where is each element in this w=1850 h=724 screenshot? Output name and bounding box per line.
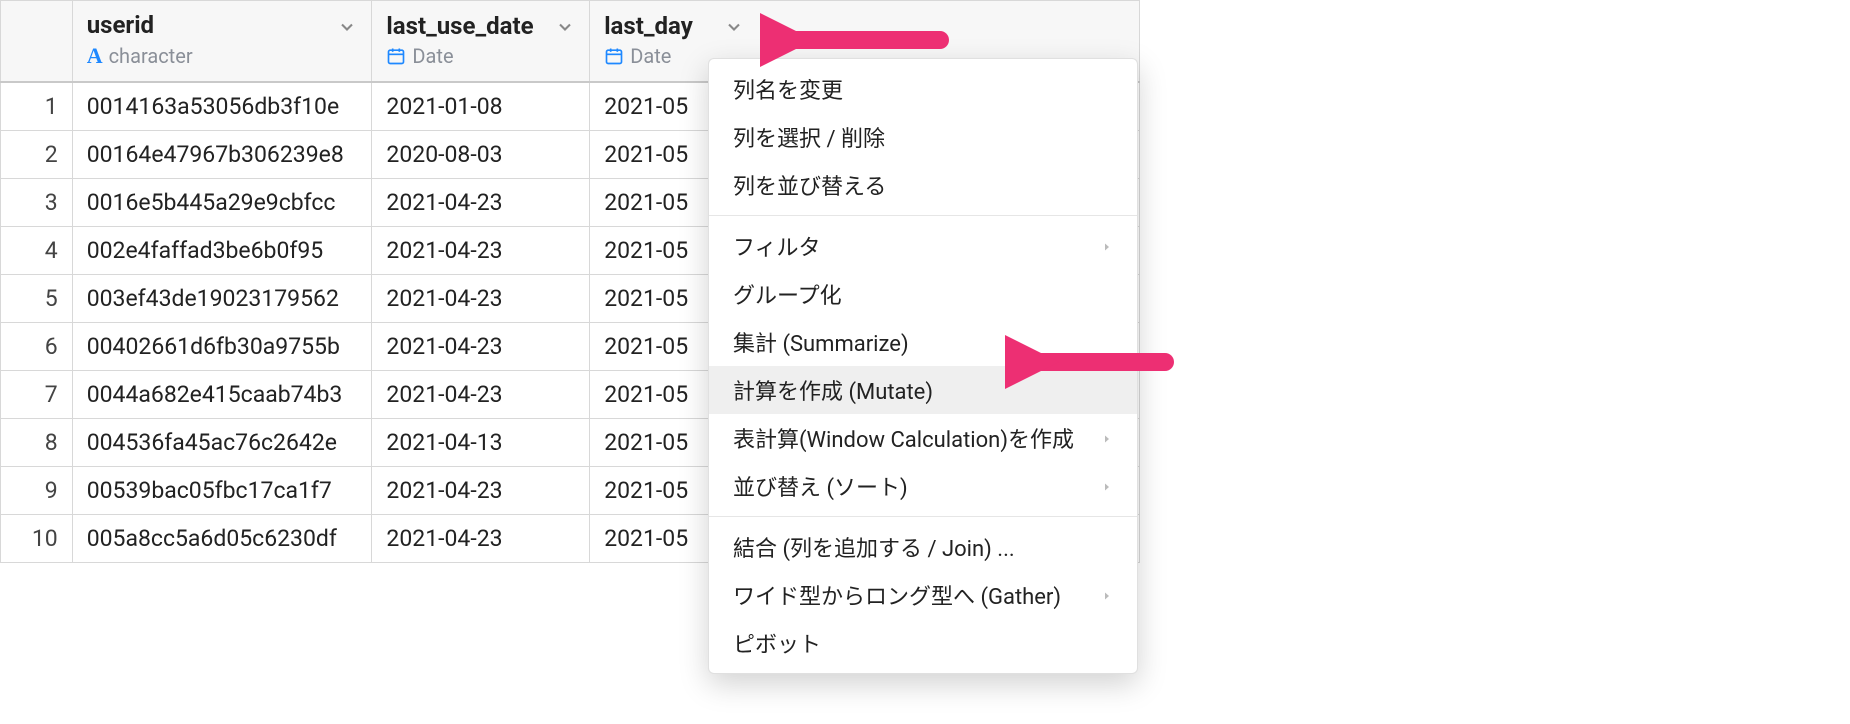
rownum-header — [1, 1, 73, 83]
cell-last-use-date: 2021-04-23 — [372, 323, 590, 371]
cell-userid: 00164e47967b306239e8 — [72, 131, 372, 179]
cell-last-use-date: 2021-04-23 — [372, 515, 590, 563]
cell-userid: 003ef43de19023179562 — [72, 275, 372, 323]
menu-label: 列名を変更 — [733, 73, 843, 105]
menu-label: 列を選択 / 削除 — [733, 121, 885, 153]
column-type: Date — [386, 44, 575, 68]
column-name: last_use_date — [386, 12, 575, 40]
cell-last-use-date: 2021-04-23 — [372, 179, 590, 227]
column-header-userid[interactable]: userid A character — [72, 1, 372, 83]
row-number: 8 — [1, 419, 73, 467]
menu-label: ワイド型からロング型へ (Gather) — [733, 579, 1061, 611]
character-type-icon: A — [87, 43, 103, 69]
chevron-down-icon[interactable] — [724, 17, 744, 43]
chevron-right-icon — [1101, 474, 1113, 499]
column-type-label: Date — [630, 44, 671, 68]
cell-last-use-date: 2021-04-13 — [372, 419, 590, 467]
column-type-label: character — [109, 44, 193, 68]
chevron-right-icon — [1101, 583, 1113, 608]
column-name: userid — [87, 11, 358, 39]
cell-last-use-date: 2021-04-23 — [372, 371, 590, 419]
row-number: 4 — [1, 227, 73, 275]
row-number: 9 — [1, 467, 73, 515]
menu-item-select-remove[interactable]: 列を選択 / 削除 — [709, 113, 1137, 161]
column-name: last_day — [604, 12, 1125, 40]
menu-label: 表計算(Window Calculation)を作成 — [733, 422, 1074, 454]
cell-userid: 0014163a53056db3f10e — [72, 82, 372, 131]
menu-item-mutate[interactable]: 計算を作成 (Mutate) — [709, 366, 1137, 414]
chevron-right-icon — [1101, 426, 1113, 451]
menu-item-pivot[interactable]: ピボット — [709, 619, 1137, 667]
menu-item-filter[interactable]: フィルタ — [709, 222, 1137, 270]
chevron-down-icon[interactable] — [555, 17, 575, 43]
menu-item-reorder[interactable]: 列を並び替える — [709, 161, 1137, 209]
menu-label: 並び替え (ソート) — [733, 470, 908, 502]
column-type-label: Date — [412, 44, 453, 68]
menu-label: フィルタ — [733, 230, 821, 262]
column-context-menu: 列名を変更 列を選択 / 削除 列を並び替える フィルタ グループ化 集計 (S… — [708, 58, 1138, 674]
menu-label: グループ化 — [733, 278, 842, 310]
cell-userid: 00539bac05fbc17ca1f7 — [72, 467, 372, 515]
menu-item-group[interactable]: グループ化 — [709, 270, 1137, 318]
cell-last-use-date: 2021-01-08 — [372, 82, 590, 131]
menu-separator — [709, 516, 1137, 517]
column-type: A character — [87, 43, 358, 69]
menu-label: 計算を作成 (Mutate) — [733, 374, 933, 406]
chevron-down-icon[interactable] — [337, 17, 357, 43]
cell-userid: 004536fa45ac76c2642e — [72, 419, 372, 467]
date-type-icon — [604, 46, 624, 66]
menu-separator — [709, 215, 1137, 216]
menu-label: 列を並び替える — [733, 169, 886, 201]
menu-label: ピボット — [733, 627, 821, 659]
cell-last-use-date: 2021-04-23 — [372, 275, 590, 323]
cell-userid: 00402661d6fb30a9755b — [72, 323, 372, 371]
row-number: 2 — [1, 131, 73, 179]
cell-last-use-date: 2020-08-03 — [372, 131, 590, 179]
row-number: 7 — [1, 371, 73, 419]
cell-last-use-date: 2021-04-23 — [372, 227, 590, 275]
date-type-icon — [386, 46, 406, 66]
cell-userid: 002e4faffad3be6b0f95 — [72, 227, 372, 275]
column-header-last-use-date[interactable]: last_use_date Date — [372, 1, 590, 83]
cell-userid: 0044a682e415caab74b3 — [72, 371, 372, 419]
row-number: 6 — [1, 323, 73, 371]
menu-item-rename[interactable]: 列名を変更 — [709, 65, 1137, 113]
row-number: 1 — [1, 82, 73, 131]
row-number: 10 — [1, 515, 73, 563]
menu-label: 集計 (Summarize) — [733, 326, 909, 358]
cell-userid: 005a8cc5a6d05c6230df — [72, 515, 372, 563]
cell-last-use-date: 2021-04-23 — [372, 467, 590, 515]
menu-item-window-calc[interactable]: 表計算(Window Calculation)を作成 — [709, 414, 1137, 462]
cell-userid: 0016e5b445a29e9cbfcc — [72, 179, 372, 227]
menu-label: 結合 (列を追加する / Join) ... — [733, 531, 1015, 563]
menu-item-sort[interactable]: 並び替え (ソート) — [709, 462, 1137, 510]
menu-item-join[interactable]: 結合 (列を追加する / Join) ... — [709, 523, 1137, 571]
menu-item-gather[interactable]: ワイド型からロング型へ (Gather) — [709, 571, 1137, 619]
row-number: 5 — [1, 275, 73, 323]
row-number: 3 — [1, 179, 73, 227]
menu-item-summarize[interactable]: 集計 (Summarize) — [709, 318, 1137, 366]
chevron-right-icon — [1101, 234, 1113, 259]
